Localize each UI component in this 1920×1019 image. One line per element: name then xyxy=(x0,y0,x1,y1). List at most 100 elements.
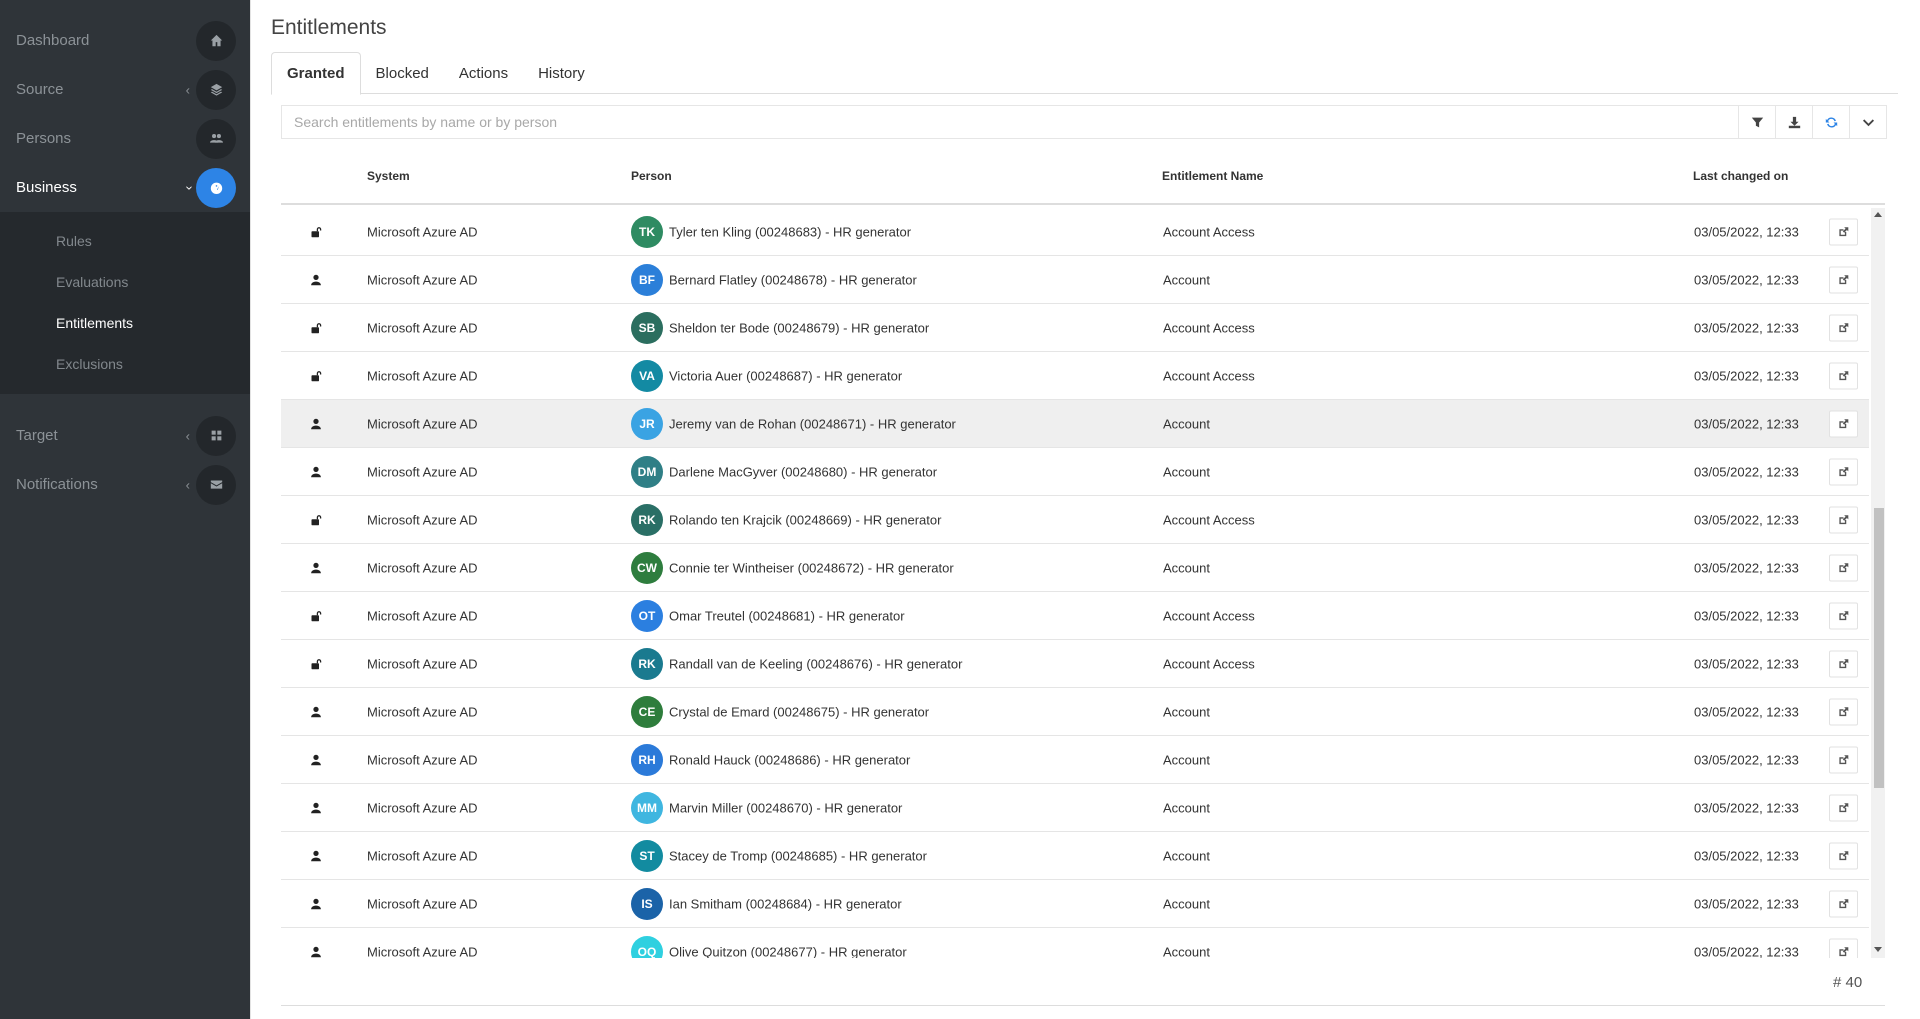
cell-entitlement-name: Account xyxy=(1163,560,1210,575)
cell-system: Microsoft Azure AD xyxy=(367,752,478,767)
home-icon xyxy=(196,20,236,61)
search-input[interactable] xyxy=(282,106,1738,138)
open-details-button[interactable] xyxy=(1829,266,1858,293)
table-row[interactable]: Microsoft Azure AD OQ Olive Quitzon (00248… xyxy=(281,928,1869,958)
expand-options-button[interactable] xyxy=(1849,106,1886,138)
table-row[interactable]: Microsoft Azure AD JR Jeremy van de Rohan … xyxy=(281,400,1869,448)
cell-last-changed: 03/05/2022, 12:33 xyxy=(1694,608,1799,623)
external-link-icon xyxy=(1839,946,1849,956)
cell-system: Microsoft Azure AD xyxy=(367,704,478,719)
open-details-button[interactable] xyxy=(1829,698,1858,725)
cell-entitlement-name: Account Access xyxy=(1163,320,1255,335)
open-details-button[interactable] xyxy=(1829,794,1858,821)
user-icon xyxy=(310,946,322,958)
open-details-button[interactable] xyxy=(1829,458,1858,485)
nav-business[interactable]: Business ‹ xyxy=(0,163,250,212)
table-row[interactable]: Microsoft Azure AD MM Marvin Miller (00248… xyxy=(281,784,1869,832)
table-row[interactable]: Microsoft Azure AD RK Rolando ten Krajcik … xyxy=(281,496,1869,544)
open-details-button[interactable] xyxy=(1829,506,1858,533)
column-header-entitlement-name[interactable]: Entitlement Name xyxy=(1162,169,1263,183)
table-row[interactable]: Microsoft Azure AD IS Ian Smitham (0024868… xyxy=(281,880,1869,928)
table-row[interactable]: Microsoft Azure AD ST Stacey de Tromp (002… xyxy=(281,832,1869,880)
filter-button[interactable] xyxy=(1738,106,1775,138)
vertical-scrollbar[interactable] xyxy=(1871,208,1885,958)
nav-notifications[interactable]: Notifications ‹ xyxy=(0,460,250,509)
unlock-icon xyxy=(310,370,322,382)
cell-entitlement-name: Account xyxy=(1163,272,1210,287)
cell-person: Omar Treutel (00248681) - HR generator xyxy=(669,608,905,623)
table-row[interactable]: Microsoft Azure AD OT Omar Treutel (002486… xyxy=(281,592,1869,640)
table-row[interactable]: Microsoft Azure AD RK Randall van de Keeli… xyxy=(281,640,1869,688)
external-link-icon xyxy=(1839,418,1849,428)
cell-last-changed: 03/05/2022, 12:33 xyxy=(1694,704,1799,719)
open-details-button[interactable] xyxy=(1829,554,1858,581)
table-row[interactable]: Microsoft Azure AD CW Connie ter Wintheise… xyxy=(281,544,1869,592)
user-icon xyxy=(310,754,322,766)
cell-person: Marvin Miller (00248670) - HR generator xyxy=(669,800,903,815)
table-row[interactable]: Microsoft Azure AD RH Ronald Hauck (002486… xyxy=(281,736,1869,784)
cell-last-changed: 03/05/2022, 12:33 xyxy=(1694,944,1799,958)
unlock-icon xyxy=(310,610,322,622)
download-button[interactable] xyxy=(1775,106,1812,138)
external-link-icon xyxy=(1839,754,1849,764)
open-details-button[interactable] xyxy=(1829,602,1858,629)
unlock-icon xyxy=(310,226,322,238)
table-row[interactable]: Microsoft Azure AD BF Bernard Flatley (002… xyxy=(281,256,1869,304)
nav-persons[interactable]: Persons xyxy=(0,114,250,163)
user-icon xyxy=(310,562,322,574)
cell-entitlement-name: Account xyxy=(1163,896,1210,911)
external-link-icon xyxy=(1839,898,1849,908)
open-details-button[interactable] xyxy=(1829,842,1858,869)
table-body: Microsoft Azure AD TK Tyler ten Kling (002… xyxy=(281,208,1869,958)
subnav-evaluations[interactable]: Evaluations xyxy=(0,261,250,302)
tab-blocked[interactable]: Blocked xyxy=(361,52,444,94)
cell-last-changed: 03/05/2022, 12:33 xyxy=(1694,896,1799,911)
cell-system: Microsoft Azure AD xyxy=(367,848,478,863)
table-row[interactable]: Microsoft Azure AD VA Victoria Auer (00248… xyxy=(281,352,1869,400)
column-header-system[interactable]: System xyxy=(367,169,410,183)
cell-last-changed: 03/05/2022, 12:33 xyxy=(1694,752,1799,767)
open-details-button[interactable] xyxy=(1829,218,1858,245)
tab-history[interactable]: History xyxy=(523,52,600,94)
open-details-button[interactable] xyxy=(1829,746,1858,773)
cell-system: Microsoft Azure AD xyxy=(367,416,478,431)
chevron-down-icon xyxy=(1862,118,1874,126)
nav-target[interactable]: Target ‹ xyxy=(0,411,250,460)
nav-source[interactable]: Source ‹ xyxy=(0,65,250,114)
cell-system: Microsoft Azure AD xyxy=(367,896,478,911)
column-header-last-changed[interactable]: Last changed on xyxy=(1693,169,1788,183)
external-link-icon xyxy=(1839,322,1849,332)
column-header-person[interactable]: Person xyxy=(631,169,672,183)
user-icon xyxy=(310,418,322,430)
refresh-button[interactable] xyxy=(1812,106,1849,138)
open-details-button[interactable] xyxy=(1829,938,1858,958)
external-link-icon xyxy=(1839,850,1849,860)
subnav-entitlements[interactable]: Entitlements xyxy=(0,302,250,343)
table-row[interactable]: Microsoft Azure AD SB Sheldon ter Bode (00… xyxy=(281,304,1869,352)
result-count: # 40 xyxy=(1833,974,1863,991)
tab-actions[interactable]: Actions xyxy=(444,52,523,94)
nav-dashboard[interactable]: Dashboard xyxy=(0,16,250,65)
cell-entitlement-name: Account Access xyxy=(1163,224,1255,239)
tab-granted[interactable]: Granted xyxy=(271,52,361,95)
subnav-rules[interactable]: Rules xyxy=(0,220,250,261)
table-row[interactable]: Microsoft Azure AD TK Tyler ten Kling (002… xyxy=(281,208,1869,256)
cell-last-changed: 03/05/2022, 12:33 xyxy=(1694,656,1799,671)
open-details-button[interactable] xyxy=(1829,314,1858,341)
table-row[interactable]: Microsoft Azure AD DM Darlene MacGyver (00… xyxy=(281,448,1869,496)
scroll-down-arrow[interactable] xyxy=(1874,947,1882,952)
open-details-button[interactable] xyxy=(1829,890,1858,917)
scroll-up-arrow[interactable] xyxy=(1874,212,1882,217)
subnav-exclusions[interactable]: Exclusions xyxy=(0,343,250,384)
open-details-button[interactable] xyxy=(1829,362,1858,389)
cell-system: Microsoft Azure AD xyxy=(367,368,478,383)
cell-person: Connie ter Wintheiser (00248672) - HR ge… xyxy=(669,560,954,575)
open-details-button[interactable] xyxy=(1829,410,1858,437)
download-icon xyxy=(1788,116,1800,128)
chevron-down-icon: ‹ xyxy=(180,185,196,190)
user-icon xyxy=(310,802,322,814)
table-row[interactable]: Microsoft Azure AD CE Crystal de Emard (00… xyxy=(281,688,1869,736)
scrollbar-thumb[interactable] xyxy=(1874,508,1884,788)
open-details-button[interactable] xyxy=(1829,650,1858,677)
cell-person: Victoria Auer (00248687) - HR generator xyxy=(669,368,903,383)
